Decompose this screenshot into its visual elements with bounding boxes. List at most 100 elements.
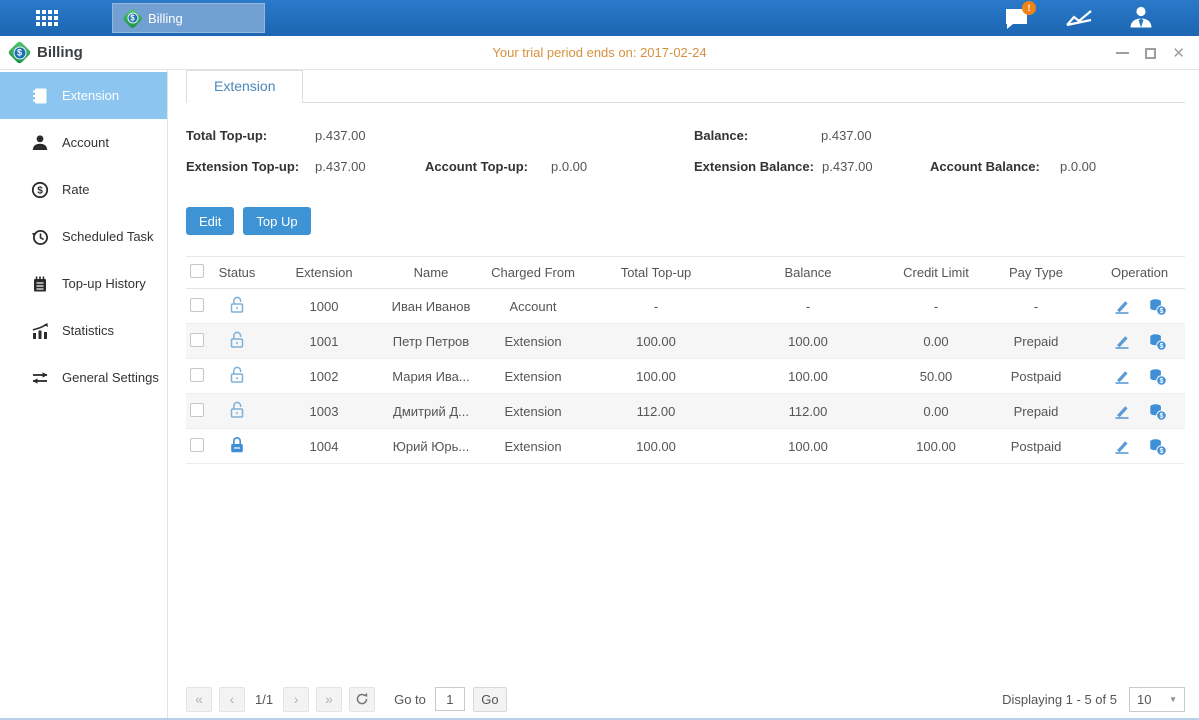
col-status: Status [212,265,262,280]
app-launcher-grid-icon[interactable] [36,10,59,32]
row-checkbox[interactable] [190,298,204,312]
goto-page-input[interactable] [435,687,465,711]
top-up-row-icon[interactable]: $ [1148,332,1166,350]
col-charged-from: Charged From [476,265,590,280]
page-size-value: 10 [1137,692,1151,707]
statistics-icon [31,322,49,340]
go-button[interactable]: Go [473,687,507,712]
next-page-button[interactable]: › [283,687,309,712]
table-row: 1004 Юрий Юрь... Extension 100.00 100.00… [186,429,1185,464]
lock-open-icon [227,330,247,350]
cell-total-topup: 100.00 [590,439,722,454]
col-operation: Operation [1094,265,1185,280]
balance-value: p.437.00 [821,128,872,143]
sidebar-item-label: Rate [62,182,89,197]
trial-message: Your trial period ends on: 2017-02-24 [0,45,1199,60]
total-topup-value: p.437.00 [315,128,366,143]
cell-credit-limit: - [894,299,978,314]
pagination-bar: « ‹ 1/1 › » Go to Go Displaying 1 - 5 of… [186,686,1185,712]
last-page-button[interactable]: » [316,687,342,712]
top-up-row-icon[interactable]: $ [1148,402,1166,420]
cell-pay-type: Postpaid [978,369,1094,384]
extension-table: Status Extension Name Charged From Total… [186,256,1185,464]
resource-monitor-icon[interactable] [1065,5,1093,31]
tab-strip: Extension [186,70,1185,103]
table-row: 1001 Петр Петров Extension 100.00 100.00… [186,324,1185,359]
cell-charged-from: Extension [476,404,590,419]
account-balance-value: p.0.00 [1060,159,1096,174]
sidebar-item-account[interactable]: Account [0,119,167,166]
edit-button[interactable]: Edit [186,207,234,235]
cell-balance: 100.00 [722,334,894,349]
svg-text:$: $ [1160,307,1164,315]
lock-open-icon [227,295,247,315]
edit-row-icon[interactable] [1113,297,1131,315]
account-topup-label: Account Top-up: [425,159,528,174]
extension-topup-label: Extension Top-up: [186,159,299,174]
edit-row-icon[interactable] [1113,437,1131,455]
balance-label: Balance: [694,128,748,143]
cell-name: Юрий Юрь... [386,439,476,454]
tab-extension[interactable]: Extension [186,70,303,103]
sidebar-item-topup-history[interactable]: Top-up History [0,260,167,307]
cell-pay-type: Postpaid [978,439,1094,454]
sidebar-item-label: Scheduled Task [62,229,154,244]
billing-app-window: $ Billing ! [0,0,1199,720]
lock-open-icon [227,400,247,420]
action-buttons: Edit Top Up [186,207,1185,235]
cell-name: Иван Иванов [386,299,476,314]
cell-extension: 1004 [262,439,386,454]
top-up-button[interactable]: Top Up [243,207,310,235]
sidebar-item-statistics[interactable]: Statistics [0,307,167,354]
table-row: 1003 Дмитрий Д... Extension 112.00 112.0… [186,394,1185,429]
cell-extension: 1003 [262,404,386,419]
extension-balance-label: Extension Balance: [694,159,814,174]
extension-balance-value: p.437.00 [822,159,873,174]
row-checkbox[interactable] [190,333,204,347]
sidebar-item-general-settings[interactable]: General Settings [0,354,167,401]
sidebar-item-scheduled-task[interactable]: Scheduled Task [0,213,167,260]
prev-page-button[interactable]: ‹ [219,687,245,712]
account-icon [31,134,49,152]
messages-icon[interactable]: ! [1003,5,1031,31]
select-all-checkbox[interactable] [190,264,204,278]
minimize-button[interactable] [1116,52,1129,54]
general-settings-icon [31,369,49,387]
cell-pay-type: - [978,299,1094,314]
page-size-select[interactable]: 10 ▼ [1129,687,1185,712]
cell-balance: - [722,299,894,314]
close-button[interactable]: ✕ [1172,46,1185,61]
cell-pay-type: Prepaid [978,334,1094,349]
first-page-button[interactable]: « [186,687,212,712]
top-up-row-icon[interactable]: $ [1148,437,1166,455]
account-balance-label: Account Balance: [930,159,1040,174]
edit-row-icon[interactable] [1113,367,1131,385]
col-balance: Balance [722,265,894,280]
edit-row-icon[interactable] [1113,332,1131,350]
account-topup-value: p.0.00 [551,159,587,174]
displaying-status: Displaying 1 - 5 of 5 [1002,692,1117,707]
col-total-topup: Total Top-up [590,265,722,280]
svg-text:$: $ [1160,342,1164,350]
top-up-row-icon[interactable]: $ [1148,367,1166,385]
edit-row-icon[interactable] [1113,402,1131,420]
refresh-icon[interactable] [349,687,375,712]
top-up-row-icon[interactable]: $ [1148,297,1166,315]
topbar-icon-group: ! [1003,0,1155,36]
scheduled-task-icon [31,228,49,246]
sidebar-item-extension[interactable]: Extension [0,72,167,119]
user-account-icon[interactable] [1127,5,1155,31]
sidebar-item-rate[interactable]: $ Rate [0,166,167,213]
maximize-button[interactable] [1145,48,1156,59]
lock-open-icon [227,365,247,385]
cell-name: Дмитрий Д... [386,404,476,419]
row-checkbox[interactable] [190,438,204,452]
row-checkbox[interactable] [190,368,204,382]
cell-charged-from: Account [476,299,590,314]
extension-topup-value: p.437.00 [315,159,366,174]
taskbar-item-billing[interactable]: $ Billing [112,3,265,33]
extension-icon [31,87,49,105]
cell-charged-from: Extension [476,369,590,384]
notification-badge: ! [1022,1,1036,15]
row-checkbox[interactable] [190,403,204,417]
